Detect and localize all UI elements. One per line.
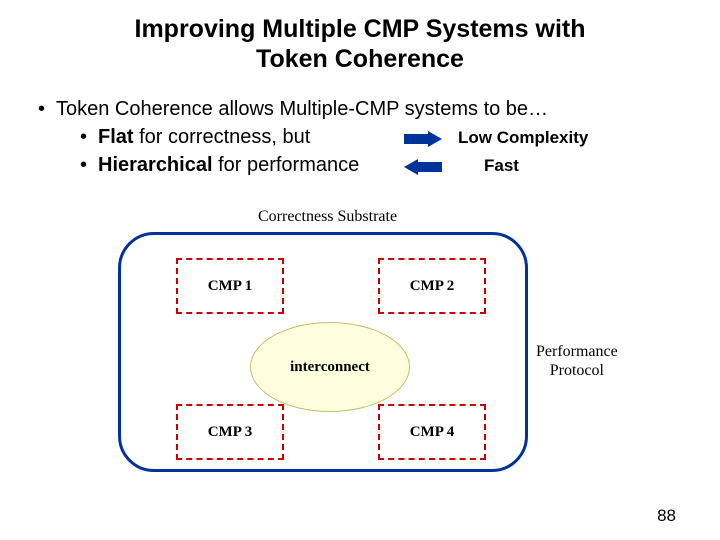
bullet-sub1-bold: Flat <box>98 126 134 148</box>
bullet-main-text: Token Coherence allows Multiple-CMP syst… <box>56 98 548 120</box>
interconnect-label: interconnect <box>290 359 370 376</box>
bullet-dot: • <box>80 154 98 177</box>
low-complexity-label: Low Complexity <box>458 128 588 148</box>
cmp1-label: CMP 1 <box>208 278 253 295</box>
bullet-sub1: •Flat for correctness, but <box>80 126 310 149</box>
slide-title: Improving Multiple CMP Systems with Toke… <box>0 14 720 74</box>
cmp1-box: CMP 1 <box>176 258 284 314</box>
cmp3-box: CMP 3 <box>176 404 284 460</box>
interconnect-node: interconnect <box>250 322 410 412</box>
cmp4-label: CMP 4 <box>410 424 455 441</box>
bullet-dot: • <box>80 126 98 149</box>
cmp2-box: CMP 2 <box>378 258 486 314</box>
correctness-substrate-label: Correctness Substrate <box>258 208 397 226</box>
cmp4-box: CMP 4 <box>378 404 486 460</box>
bullet-sub2-bold: Hierarchical <box>98 154 213 176</box>
arrow-left-icon <box>404 159 442 175</box>
bullet-main: •Token Coherence allows Multiple-CMP sys… <box>38 98 548 121</box>
perf-l1: Performance <box>536 343 618 360</box>
bullet-sub2-rest: for performance <box>213 154 360 176</box>
bullet-dot: • <box>38 98 56 121</box>
cmp3-label: CMP 3 <box>208 424 253 441</box>
title-line2: Token Coherence <box>256 45 464 73</box>
perf-l2: Protocol <box>550 362 604 379</box>
title-line1: Improving Multiple CMP Systems with <box>135 15 586 43</box>
arrow-right-icon <box>404 131 442 147</box>
bullet-sub2: •Hierarchical for performance <box>80 154 359 177</box>
cmp2-label: CMP 2 <box>410 278 455 295</box>
fast-label: Fast <box>484 156 519 176</box>
page-number: 88 <box>657 506 676 526</box>
bullet-sub1-rest: for correctness, but <box>134 126 311 148</box>
performance-protocol-label: Performance Protocol <box>536 342 618 380</box>
